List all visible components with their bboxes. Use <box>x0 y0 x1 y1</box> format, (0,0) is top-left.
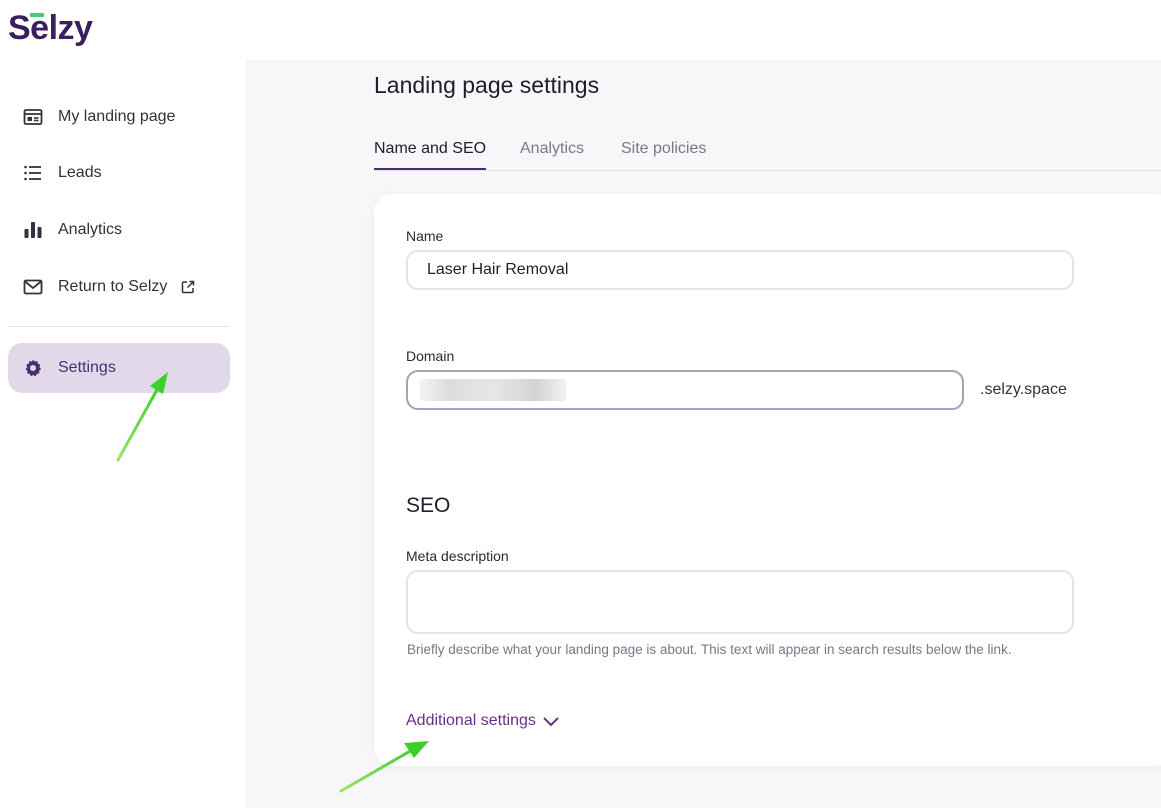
bar-chart-icon <box>22 219 44 241</box>
additional-settings-toggle[interactable]: Additional settings <box>406 712 560 730</box>
sidebar-item-analytics[interactable]: Analytics <box>8 205 230 255</box>
name-label: Name <box>406 228 444 244</box>
seo-section-title: SEO <box>406 494 451 517</box>
redacted-domain <box>420 379 566 401</box>
sidebar-item-label: Return to Selzy <box>58 278 168 295</box>
additional-settings-label: Additional settings <box>406 712 536 729</box>
app-root: Selzy My landing page Leads Analytics Re… <box>0 0 1161 808</box>
page-title: Landing page settings <box>374 72 600 98</box>
tab-analytics[interactable]: Analytics <box>520 140 584 168</box>
tab-site-policies[interactable]: Site policies <box>621 140 706 168</box>
meta-description-label: Meta description <box>406 548 509 564</box>
chevron-down-icon <box>542 715 560 727</box>
sidebar-item-my-landing-page[interactable]: My landing page <box>8 92 230 142</box>
sidebar-divider <box>8 326 230 327</box>
sidebar-item-label: Leads <box>58 164 102 181</box>
meta-description-input[interactable] <box>406 570 1074 634</box>
selzy-logo[interactable]: Selzy <box>8 8 93 48</box>
sidebar-item-label: Analytics <box>58 221 123 238</box>
domain-suffix: .selzy.space <box>980 381 1067 398</box>
mail-icon <box>22 276 44 298</box>
meta-description-hint: Briefly describe what your landing page … <box>407 642 1012 657</box>
sidebar-item-label: My landing page <box>58 108 176 125</box>
gear-icon <box>22 357 44 379</box>
landing-page-icon <box>22 106 44 128</box>
external-link-icon <box>181 280 195 294</box>
logo-accent-bar <box>30 13 44 17</box>
sidebar: My landing page Leads Analytics Return t… <box>0 60 246 808</box>
list-icon <box>22 162 44 184</box>
domain-label: Domain <box>406 348 455 364</box>
settings-tabs: Name and SEO Analytics Site policies <box>374 138 1161 171</box>
sidebar-item-settings[interactable]: Settings <box>8 343 230 393</box>
name-input[interactable] <box>406 250 1074 290</box>
sidebar-item-leads[interactable]: Leads <box>8 148 230 198</box>
tab-name-and-seo[interactable]: Name and SEO <box>374 140 487 170</box>
sidebar-item-return-to-selzy[interactable]: Return to Selzy <box>8 262 230 312</box>
sidebar-item-label: Settings <box>58 359 116 376</box>
